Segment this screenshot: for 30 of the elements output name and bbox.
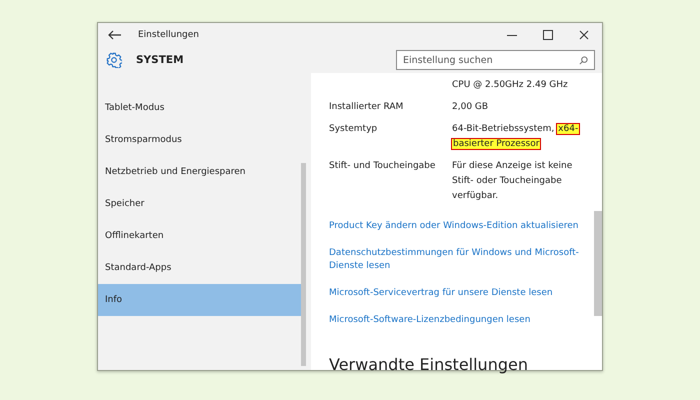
scrollbar-thumb[interactable] bbox=[301, 163, 306, 366]
sidebar-item[interactable]: Speicher bbox=[98, 188, 301, 220]
maximize-icon bbox=[543, 30, 553, 40]
property-label: Installierter RAM bbox=[329, 102, 404, 112]
sidebar-item[interactable]: Tablet-Modus bbox=[98, 92, 301, 124]
property-value: 2,00 GB bbox=[452, 102, 488, 112]
page-title: SYSTEM bbox=[136, 54, 185, 66]
sidebar-item[interactable]: Info bbox=[98, 284, 301, 316]
text-link[interactable]: Microsoft-Software-Lizenzbedingungen lesen bbox=[329, 314, 591, 327]
property-label: Systemtyp bbox=[329, 124, 378, 134]
section-heading: Verwandte Einstellungen bbox=[329, 355, 529, 374]
sidebar-item[interactable]: Stromsparmodus bbox=[98, 124, 301, 156]
highlighted-text: basierter Prozessor bbox=[452, 139, 540, 149]
property-label: Stift- und Toucheingabe bbox=[329, 161, 436, 171]
scrollbar-thumb[interactable] bbox=[594, 211, 602, 316]
search-field[interactable]: Einstellung suchen bbox=[396, 50, 595, 70]
gear-icon bbox=[106, 52, 122, 68]
text-link[interactable]: Product Key ändern oder Windows-Edition aktualisieren bbox=[329, 220, 591, 233]
sidebar-item[interactable]: Offlinekarten bbox=[98, 220, 301, 252]
text-link[interactable]: Datenschutzbestimmungen für Windows und Microsoft-Dienste lesen bbox=[329, 247, 591, 273]
sidebar-item[interactable]: Netzbetrieb und Energiesparen bbox=[98, 156, 301, 188]
back-arrow-icon[interactable] bbox=[108, 30, 122, 40]
property-value: Für diese Anzeige ist keine Stift- oder Toucheingabe verfügbar. bbox=[452, 161, 572, 201]
property-value: 64-Bit-Betriebssystem, bbox=[452, 124, 554, 134]
property-value: CPU @ 2.50GHz 2.49 GHz bbox=[452, 80, 568, 90]
text-link[interactable]: Microsoft-Servicevertrag für unsere Dienste lesen bbox=[329, 287, 591, 300]
window-title: Einstellungen bbox=[138, 30, 200, 40]
highlighted-text: x64- bbox=[557, 124, 580, 134]
close-icon bbox=[579, 30, 589, 40]
sidebar-item[interactable]: Standard-Apps bbox=[98, 252, 301, 284]
